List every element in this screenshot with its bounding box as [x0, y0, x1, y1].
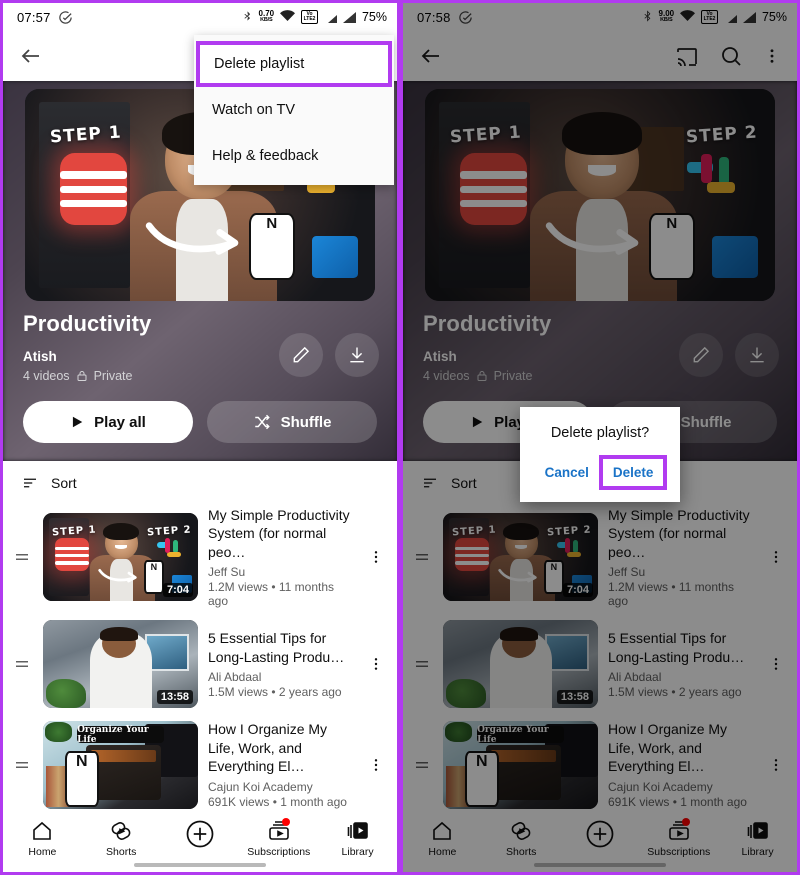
- video-title: 5 Essential Tips for Long-Lasting Produ…: [208, 630, 345, 665]
- banner-chev-2: [60, 185, 127, 193]
- play-icon: [70, 415, 84, 429]
- video-title: How I Organize My Life, Work, and Everyt…: [208, 721, 328, 775]
- data-rate-unit: KB/S: [260, 17, 273, 24]
- playlist-play-buttons: Play all Shuffle: [23, 401, 377, 443]
- menu-item-watch-on-tv[interactable]: Watch on TV: [194, 87, 394, 133]
- more-vertical-icon[interactable]: [365, 757, 387, 773]
- panel-left-content: 07:57 0.70 KB/S Vo LTE2 75% STEP 1 N Pro…: [3, 3, 397, 872]
- playlist-video-count: 4 videos: [23, 369, 70, 383]
- panel-right-content: 07:58 9.00 KB/S Vo LTE2 75% STEP 1 STEP …: [403, 3, 797, 872]
- video-meta: How I Organize My Life, Work, and Everyt…: [208, 720, 355, 808]
- dialog-actions: Cancel Delete: [520, 455, 680, 492]
- delete-button[interactable]: Delete: [598, 455, 668, 490]
- playlist-title: Productivity: [23, 311, 152, 336]
- sort-row[interactable]: Sort: [3, 461, 397, 502]
- create-plus-icon: [186, 820, 214, 848]
- volte-icon: Vo LTE2: [301, 10, 318, 24]
- play-all-label: Play all: [94, 413, 146, 431]
- delete-playlist-dialog: Delete playlist? Cancel Delete: [520, 407, 680, 502]
- table-row[interactable]: STEP 1 STEP 2 N 7:04 My Simple Productiv…: [3, 502, 397, 616]
- thumb-caption: Organize Your Life: [77, 725, 164, 745]
- banner-arrow-icon: [145, 222, 239, 256]
- gesture-bar: [134, 863, 266, 867]
- nav-label-subscriptions: Subscriptions: [247, 846, 311, 858]
- back-arrow-icon[interactable]: [19, 44, 43, 68]
- sort-label: Sort: [51, 475, 77, 491]
- video-channel: Ali Abdaal: [208, 670, 262, 685]
- status-time: 07:57: [17, 9, 51, 25]
- nav-item-home[interactable]: Home: [3, 819, 82, 858]
- video-channel: Jeff Su: [208, 565, 246, 580]
- play-all-button[interactable]: Play all: [23, 401, 193, 443]
- data-rate-indicator: 0.70 KB/S: [259, 10, 275, 24]
- lock-icon: [76, 370, 88, 382]
- bluetooth-icon: [242, 9, 253, 26]
- playlist-privacy: Private: [93, 369, 133, 383]
- banner-chev-1: [60, 171, 127, 179]
- library-icon: [347, 822, 368, 839]
- table-row[interactable]: Organize Your Life N How I Organize My L…: [3, 716, 397, 814]
- nav-item-create[interactable]: [161, 819, 240, 852]
- video-stats: 691K views • 1 month ago: [208, 794, 347, 809]
- nav-item-library[interactable]: Library: [318, 819, 397, 858]
- volte-bottom: LTE2: [303, 16, 316, 22]
- more-vertical-icon[interactable]: [365, 549, 387, 565]
- cancel-button[interactable]: Cancel: [537, 459, 597, 486]
- nav-label-library: Library: [341, 846, 374, 858]
- banner-todoist-icon: [60, 152, 127, 225]
- playlist-subinfo: 4 videos Private: [23, 369, 377, 383]
- bottom-nav-left: Home Shorts Subscriptions Library: [3, 814, 397, 872]
- status-bar-left: 07:57 0.70 KB/S Vo LTE2 75%: [3, 3, 397, 31]
- shorts-icon: [111, 822, 131, 840]
- nav-item-subscriptions[interactable]: Subscriptions: [239, 818, 318, 858]
- phone-screen-left: 07:57 0.70 KB/S Vo LTE2 75% STEP 1 N Pro…: [0, 0, 400, 875]
- menu-item-delete-playlist[interactable]: Delete playlist: [196, 41, 392, 87]
- video-meta: My Simple Productivity System (for norma…: [208, 506, 355, 608]
- playlist-meta-left: Productivity Atish 4 videos Private Play…: [3, 311, 397, 461]
- banner-chev-3: [60, 200, 127, 208]
- video-thumbnail[interactable]: 13:58: [43, 620, 198, 709]
- drag-handle-icon[interactable]: [11, 655, 33, 673]
- battery-percentage: 75%: [361, 10, 387, 24]
- signal-bars-icon-2: [342, 11, 356, 23]
- more-vertical-icon[interactable]: [365, 656, 387, 672]
- dialog-title: Delete playlist?: [550, 425, 650, 441]
- sort-icon: [21, 474, 39, 492]
- banner-notion-icon: N: [249, 213, 295, 280]
- video-channel: Cajun Koi Academy: [208, 779, 313, 794]
- video-list-left: Sort STEP 1 STEP 2 N 7:04 My Simple Prod…: [3, 461, 397, 814]
- nav-label-shorts: Shorts: [106, 846, 137, 858]
- signal-bars-icon: [324, 12, 337, 23]
- shuffle-label: Shuffle: [280, 413, 332, 431]
- nav-item-shorts[interactable]: Shorts: [82, 819, 161, 858]
- screenshot-root: 07:57 0.70 KB/S Vo LTE2 75% STEP 1 N Pro…: [0, 0, 800, 875]
- video-thumbnail[interactable]: STEP 1 STEP 2 N 7:04: [43, 513, 198, 602]
- banner-outlook-icon: [312, 235, 358, 278]
- shuffle-icon: [253, 413, 271, 431]
- phone-screen-right: 07:58 9.00 KB/S Vo LTE2 75% STEP 1 STEP …: [400, 0, 800, 875]
- home-icon: [33, 821, 52, 840]
- nav-label-home: Home: [28, 846, 57, 858]
- thumb-art-3: Organize Your Life N: [43, 720, 198, 809]
- shuffle-button[interactable]: Shuffle: [207, 401, 377, 443]
- video-duration: 13:58: [156, 690, 193, 705]
- video-duration: 7:04: [162, 583, 193, 598]
- video-thumbnail[interactable]: Organize Your Life N: [43, 720, 198, 809]
- drag-handle-icon[interactable]: [11, 548, 33, 566]
- check-circle-icon: [58, 10, 73, 25]
- video-meta: 5 Essential Tips for Long-Lasting Produ……: [208, 629, 355, 699]
- video-title: My Simple Productivity System (for norma…: [208, 507, 350, 560]
- video-stats: 1.2M views • 11 months ago: [208, 580, 335, 609]
- video-stats: 1.5M views • 2 years ago: [208, 685, 342, 700]
- overflow-menu: Delete playlist Watch on TV Help & feedb…: [194, 35, 394, 185]
- status-bar-right-group: 0.70 KB/S Vo LTE2 75%: [242, 9, 387, 26]
- playlist-owner[interactable]: Atish: [23, 349, 377, 364]
- menu-item-help-feedback[interactable]: Help & feedback: [194, 133, 394, 179]
- table-row[interactable]: 13:58 5 Essential Tips for Long-Lasting …: [3, 616, 397, 716]
- wifi-icon: [280, 9, 296, 25]
- drag-handle-icon[interactable]: [11, 756, 33, 774]
- thumb-notion-glyph: N: [64, 750, 99, 807]
- status-bar-left-group: 07:57: [17, 10, 73, 25]
